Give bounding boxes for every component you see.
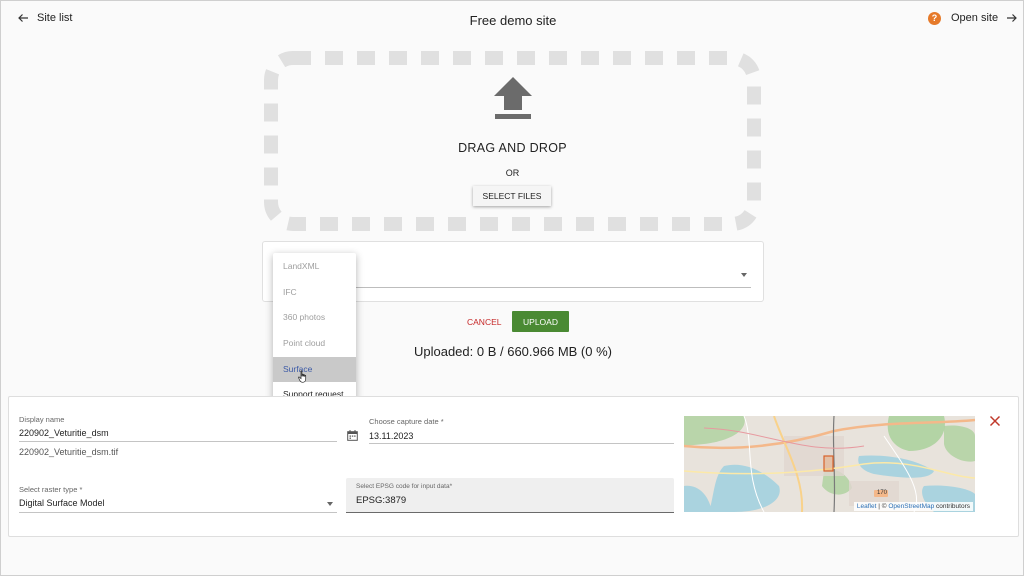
raster-chevron-down-icon bbox=[327, 502, 333, 506]
cancel-button[interactable]: CANCEL bbox=[461, 313, 507, 331]
raster-type-underline bbox=[19, 512, 337, 513]
menu-item-ifc[interactable]: IFC bbox=[273, 280, 356, 305]
hand-pointer-icon bbox=[298, 370, 307, 383]
display-name-label: Display name bbox=[19, 415, 65, 424]
or-text: OR bbox=[505, 168, 520, 178]
map-preview[interactable]: 170 Leaflet | © OpenStreetMap contributo… bbox=[684, 416, 975, 512]
raster-type-label: Select raster type * bbox=[19, 485, 83, 494]
drag-and-drop-text: DRAG AND DROP bbox=[458, 141, 567, 155]
app-frame: Site list Free demo site ? Open site DRA… bbox=[0, 0, 1024, 576]
upload-progress-text: Uploaded: 0 B / 660.966 MB (0 %) bbox=[413, 344, 612, 359]
upload-type-menu: LandXML IFC 360 photos Point cloud Surfa… bbox=[273, 253, 356, 410]
menu-item-surface[interactable]: Surface bbox=[273, 357, 356, 382]
help-icon[interactable]: ? bbox=[928, 12, 941, 25]
capture-date-label: Choose capture date * bbox=[369, 417, 444, 426]
file-details-card: Display name 220902_Veturitie_dsm 220902… bbox=[8, 396, 1019, 537]
map-road-number: 170 bbox=[876, 490, 887, 496]
page-title: Free demo site bbox=[469, 13, 557, 28]
raster-type-select[interactable]: Digital Surface Model bbox=[19, 498, 105, 508]
epsg-label: Select EPSG code for input data* bbox=[356, 483, 453, 490]
epsg-value: EPSG:3879 bbox=[356, 495, 407, 506]
menu-item-360-photos[interactable]: 360 photos bbox=[273, 305, 356, 330]
chevron-down-icon bbox=[741, 273, 747, 277]
map-attr-separator: | © bbox=[876, 503, 889, 510]
arrow-right-icon bbox=[1007, 14, 1017, 22]
capture-date-underline bbox=[369, 443, 674, 444]
leaflet-link[interactable]: Leaflet bbox=[857, 503, 877, 510]
close-icon[interactable] bbox=[989, 415, 1001, 427]
map-tiles bbox=[684, 416, 975, 512]
map-attr-suffix: contributors bbox=[934, 503, 970, 510]
epsg-select[interactable]: Select EPSG code for input data* EPSG:38… bbox=[346, 478, 674, 513]
display-name-underline bbox=[19, 441, 337, 442]
menu-item-landxml[interactable]: LandXML bbox=[273, 254, 356, 279]
upload-button[interactable]: UPLOAD bbox=[512, 311, 569, 332]
file-dropzone[interactable]: DRAG AND DROP OR SELECT FILES bbox=[264, 51, 761, 231]
calendar-icon[interactable] bbox=[347, 430, 358, 441]
file-name-text: 220902_Veturitie_dsm.tif bbox=[19, 447, 119, 457]
display-name-input[interactable]: 220902_Veturitie_dsm bbox=[19, 428, 109, 438]
map-attribution: Leaflet | © OpenStreetMap contributors bbox=[853, 502, 973, 511]
select-files-button[interactable]: SELECT FILES bbox=[473, 186, 551, 206]
openstreetmap-link[interactable]: OpenStreetMap bbox=[888, 503, 934, 510]
open-site-link[interactable]: Open site bbox=[951, 12, 1018, 24]
upload-icon bbox=[494, 77, 532, 119]
capture-date-input[interactable]: 13.11.2023 bbox=[369, 431, 413, 441]
open-site-label: Open site bbox=[951, 12, 999, 24]
